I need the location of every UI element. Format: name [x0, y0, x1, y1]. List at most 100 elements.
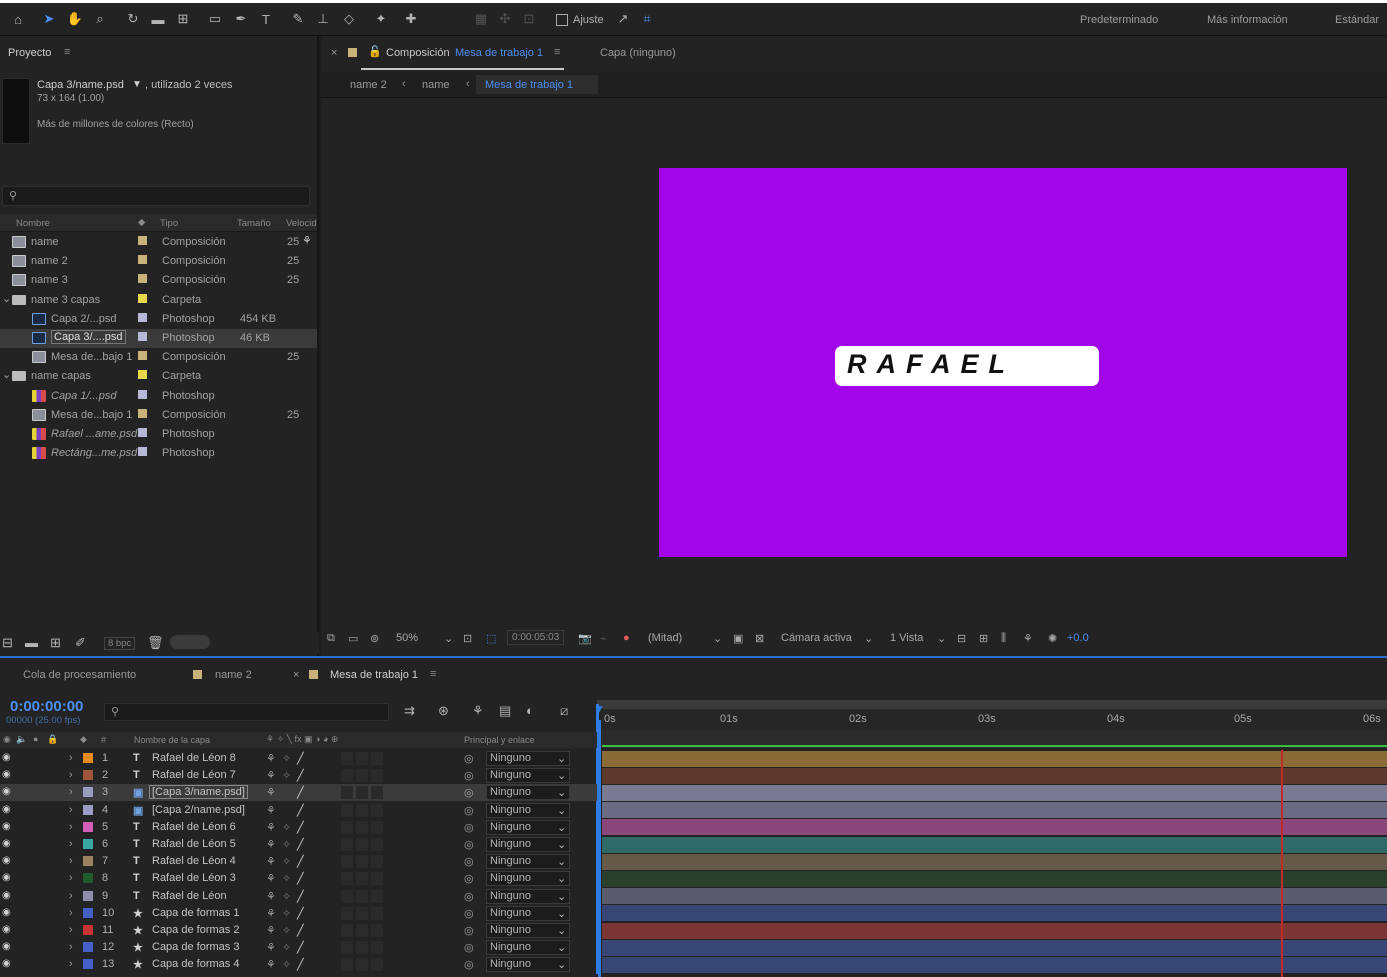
col-size[interactable]: Tamaño	[237, 218, 271, 229]
layer-row[interactable]: ◉ › 5 T Rafael de Léon 6 ⚘ ✧ ╱ ◎ Ninguno ⌄	[0, 819, 597, 836]
workspace-standard[interactable]: Estándar	[1335, 14, 1379, 26]
layer-switch-box[interactable]	[341, 855, 353, 869]
layer-switch-box[interactable]	[356, 838, 368, 851]
chevron-right-icon[interactable]: ›	[69, 855, 73, 867]
pixel-aspect-icon[interactable]: ⊟	[957, 632, 966, 645]
parent-select[interactable]: Ninguno ⌄	[486, 785, 570, 801]
parent-select[interactable]: Ninguno ⌄	[486, 768, 570, 784]
layer-switch-box[interactable]	[341, 820, 353, 834]
quality-switch-icon[interactable]: ╱	[297, 821, 304, 834]
label-color-swatch[interactable]	[138, 274, 147, 284]
draft-3d-icon[interactable]: ⊛	[438, 703, 449, 719]
chevron-right-icon[interactable]: ›	[69, 941, 73, 953]
layer-switch-box[interactable]	[356, 820, 368, 834]
layer-switch-box[interactable]	[371, 924, 383, 937]
parent-select[interactable]: Ninguno ⌄	[486, 940, 570, 956]
shy-switch-icon[interactable]: ⚘	[266, 907, 276, 920]
parent-select[interactable]: Ninguno ⌄	[486, 819, 570, 835]
quality-switch-icon[interactable]: ╱	[297, 752, 304, 765]
quality-switch-icon[interactable]: ╱	[297, 941, 304, 954]
views-select[interactable]: 1 Vista	[890, 632, 923, 644]
col-type[interactable]: Tipo	[160, 218, 178, 229]
chevron-right-icon[interactable]: ›	[69, 821, 73, 833]
layer-switch-box[interactable]	[341, 958, 353, 972]
visibility-eye-icon[interactable]: ◉	[2, 821, 11, 832]
label-color-swatch[interactable]	[83, 959, 93, 970]
shy-switch-icon[interactable]: ⚘	[266, 924, 276, 937]
chevron-right-icon[interactable]: ›	[69, 804, 73, 816]
label-color-swatch[interactable]	[138, 236, 147, 245]
label-color-swatch[interactable]	[138, 389, 147, 399]
channels-icon[interactable]: ●	[623, 632, 630, 644]
flowchart-icon[interactable]: ⚘	[302, 234, 312, 247]
visibility-eye-icon[interactable]: ◉	[2, 752, 11, 763]
shy-switch-icon[interactable]: ⚘	[266, 821, 276, 834]
label-color-swatch[interactable]	[138, 447, 147, 457]
breadcrumb-item[interactable]: name	[422, 79, 450, 91]
project-item[interactable]: Capa 3/....psd Photoshop 46 KB	[0, 329, 317, 348]
collapse-switch-icon[interactable]: ✧	[282, 752, 291, 765]
project-search-input[interactable]: ⚲	[2, 186, 310, 206]
pickwhip-icon[interactable]: ◎	[464, 769, 474, 782]
parent-select[interactable]: Ninguno ⌄	[486, 923, 570, 938]
layer-switch-box[interactable]	[341, 924, 353, 937]
quality-switch-icon[interactable]: ╱	[297, 924, 304, 937]
video-switch-icon[interactable]: ◉	[3, 734, 11, 745]
layer-duration-bar[interactable]	[602, 819, 1387, 836]
shy-switch-icon[interactable]: ⚘	[266, 786, 276, 799]
layer-switch-box[interactable]	[356, 769, 368, 783]
zoom-tool-icon[interactable]: ⌕	[89, 8, 111, 30]
layer-row[interactable]: ◉ › 12 ★ Capa de formas 3 ⚘ ✧ ╱ ◎ Ninguno ⌄	[0, 939, 597, 956]
pen-tool-icon[interactable]: ✒	[230, 8, 252, 30]
layer-switch-box[interactable]	[371, 855, 383, 869]
layer-name[interactable]: Capa de formas 1	[152, 907, 239, 919]
parent-select[interactable]: Ninguno ⌄	[486, 957, 570, 973]
layer-row[interactable]: ◉ › 1 T Rafael de Léon 8 ⚘ ✧ ╱ ◎ Ninguno ⌄	[0, 750, 597, 767]
breadcrumb-item-active[interactable]: Mesa de trabajo 1	[485, 79, 573, 91]
visibility-eye-icon[interactable]: ◉	[2, 924, 11, 935]
layer-duration-bar[interactable]	[602, 905, 1387, 922]
shy-layers-icon[interactable]: ⚘	[472, 703, 484, 719]
layer-switch-box[interactable]	[356, 752, 368, 765]
workspace-default[interactable]: Predeterminado	[1080, 14, 1158, 26]
shy-switch-icon[interactable]: ⚘	[266, 890, 276, 903]
time-ruler[interactable]: 0s 01s 02s 03s 04s 05s 06s	[597, 700, 1387, 730]
panel-menu-icon[interactable]: ≡	[64, 46, 70, 58]
layer-switch-box[interactable]	[371, 769, 383, 783]
layer-row[interactable]: ◉ › 2 T Rafael de Léon 7 ⚘ ✧ ╱ ◎ Ninguno ⌄	[0, 767, 597, 784]
visibility-eye-icon[interactable]: ◉	[2, 855, 11, 866]
monitor-icon[interactable]: ▭	[348, 632, 358, 645]
playhead-handle-icon[interactable]: ▼	[593, 702, 605, 716]
quality-switch-icon[interactable]: ╱	[297, 804, 304, 817]
project-item[interactable]: Capa 2/...psd Photoshop 454 KB	[0, 310, 317, 329]
type-tool-icon[interactable]: T	[255, 8, 277, 30]
layer-duration-bar[interactable]	[602, 922, 1387, 939]
layer-name[interactable]: Capa de formas 4	[152, 958, 239, 970]
layer-switch-box[interactable]	[371, 872, 383, 886]
selection-tool-icon[interactable]: ➤	[38, 8, 60, 30]
layer-tab[interactable]: Capa (ninguno)	[600, 47, 676, 59]
shy-switch-icon[interactable]: ⚘	[266, 769, 276, 782]
layer-switch-box[interactable]	[341, 941, 353, 955]
project-item[interactable]: Capa 1/...psd Photoshop	[0, 387, 317, 406]
visibility-eye-icon[interactable]: ◉	[2, 872, 11, 883]
shy-switch-icon[interactable]: ⚘	[266, 855, 276, 868]
project-item[interactable]: name 2 Composición 25	[0, 252, 317, 271]
pickwhip-icon[interactable]: ◎	[464, 838, 474, 851]
chevron-down-icon[interactable]: ⌄	[444, 632, 453, 645]
collapse-switch-icon[interactable]: ✧	[282, 821, 291, 834]
label-color-swatch[interactable]	[83, 873, 93, 884]
collapse-switch-icon[interactable]: ✧	[282, 941, 291, 954]
layer-switch-box[interactable]	[371, 838, 383, 851]
shy-switch-icon[interactable]: ⚘	[266, 941, 276, 954]
layer-switch-box[interactable]	[356, 803, 368, 817]
solo-icon[interactable]: ●	[33, 734, 38, 744]
layer-name[interactable]: Rafael de Léon 5	[152, 838, 236, 850]
panel-menu-icon[interactable]: ≡	[554, 46, 560, 58]
chevron-right-icon[interactable]: ›	[69, 890, 73, 902]
quality-switch-icon[interactable]: ╱	[297, 786, 304, 799]
layer-switch-box[interactable]	[371, 889, 383, 903]
motion-blur-icon[interactable]: ◐	[526, 703, 534, 718]
layer-row[interactable]: ◉ › 11 ★ Capa de formas 2 ⚘ ✧ ╱ ◎ Ninguno ⌄	[0, 922, 597, 939]
chevron-right-icon[interactable]: ›	[69, 958, 73, 970]
